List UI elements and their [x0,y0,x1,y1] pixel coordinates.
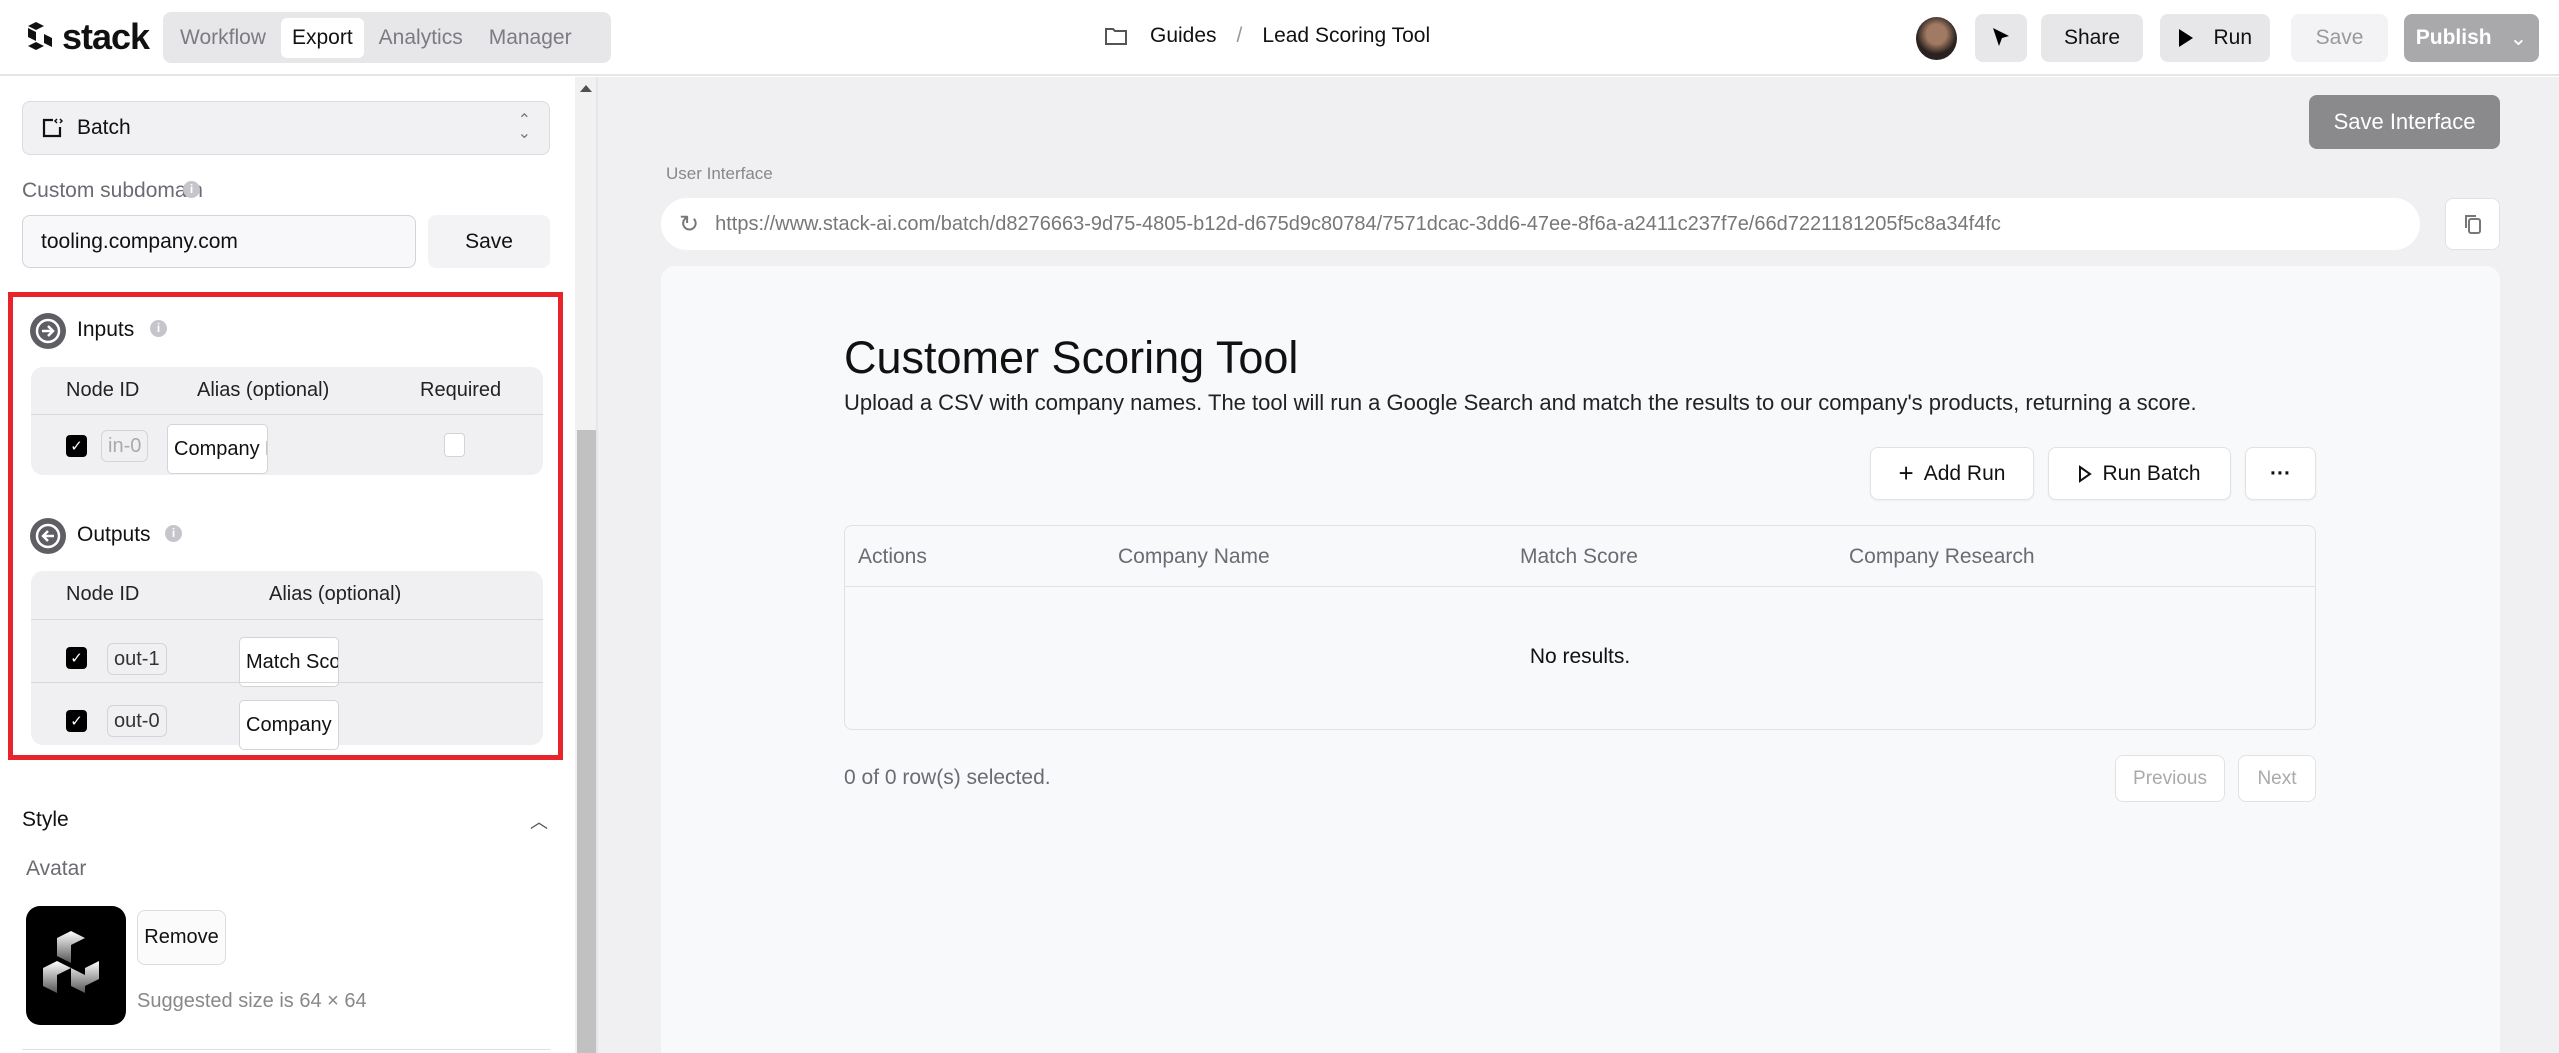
avatar-image [26,906,126,1025]
column-header: Alias (optional) [269,583,402,605]
alias-input[interactable]: Company R [239,700,339,750]
style-section-title: Style [22,808,69,831]
inputs-title: Inputs [77,318,135,341]
user-interface-label: User Interface [666,164,773,183]
copy-icon [2464,215,2481,234]
mode-select[interactable]: Batch ⌃ ⌄ [22,101,550,155]
next-page-button[interactable]: Next [2238,755,2316,802]
chevron-up-icon[interactable]: ︿ [530,808,548,834]
remove-avatar-button[interactable]: Remove [137,910,226,965]
tab-workflow[interactable]: Workflow [169,18,277,58]
cubes-logo-icon [43,930,99,993]
alias-input[interactable]: Match Scor [239,637,339,687]
column-header-actions: Actions [858,545,927,568]
node-id-chip: out-1 [107,643,167,675]
previous-page-button[interactable]: Previous [2115,755,2225,802]
more-options-button[interactable]: ··· [2245,447,2316,500]
breadcrumb-page: Lead Scoring Tool [1262,24,1431,47]
inputs-table: Node ID Alias (optional) Required ✓ in-0… [31,367,543,475]
info-icon[interactable]: i [165,525,182,542]
avatar-size-hint: Suggested size is 64 × 64 [137,990,367,1012]
play-outline-icon [2079,464,2093,483]
column-header: Required [420,379,502,401]
tab-analytics[interactable]: Analytics [368,18,474,58]
outputs-title: Outputs [77,523,151,546]
plus-icon: + [1898,458,1914,488]
save-button[interactable]: Save [2291,14,2388,62]
input-arrow-icon [30,313,66,349]
user-avatar[interactable] [1916,17,1957,60]
play-icon [2179,29,2193,47]
logo[interactable]: stack [22,16,150,58]
column-header: Alias (optional) [197,379,330,401]
subdomain-save-button[interactable]: Save [428,215,550,268]
stack-logo-icon [28,22,52,50]
folder-icon [1105,28,1127,45]
chevron-down-icon: ⌄ [2509,26,2528,50]
nav-tabs: Workflow Export Analytics Manager [163,12,611,63]
info-icon[interactable]: i [183,181,200,198]
chevron-up-down-icon: ⌃ ⌄ [517,112,531,142]
cursor-icon [1993,28,2009,46]
column-header-company-name[interactable]: Company Name [1118,545,1270,569]
breadcrumb-folder[interactable]: Guides [1150,24,1217,48]
alias-input[interactable]: Company N [167,424,268,474]
output-arrow-icon [30,518,66,554]
save-interface-button[interactable]: Save Interface [2309,95,2500,149]
info-icon[interactable]: i [150,320,167,337]
tool-title: Customer Scoring Tool [844,332,1299,383]
selection-count: 0 of 0 row(s) selected. [844,766,1051,789]
divider [22,1049,550,1050]
run-batch-button[interactable]: Run Batch [2048,447,2231,500]
refresh-icon[interactable]: ↻ [679,210,699,239]
cursor-button[interactable] [1975,14,2027,62]
publish-button[interactable]: Publish ⌄ [2404,14,2539,62]
column-header: Node ID [66,379,140,401]
add-run-button[interactable]: + Add Run [1870,447,2034,500]
tool-description: Upload a CSV with company names. The too… [844,390,2197,415]
tab-export[interactable]: Export [280,17,364,58]
node-id-chip: in-0 [101,430,149,462]
subdomain-input[interactable]: tooling.company.com [22,215,416,268]
breadcrumb: Guides / Lead Scoring Tool [1104,24,1430,48]
share-button[interactable]: Share [2041,14,2143,62]
outputs-table: Node ID Alias (optional) ✓ out-1 Match S… [31,571,543,750]
include-checkbox[interactable]: ✓ [66,647,87,669]
copy-url-button[interactable] [2445,198,2500,250]
include-checkbox[interactable]: ✓ [66,710,87,732]
batch-icon [42,118,63,138]
column-header-match-score[interactable]: Match Score [1520,545,1638,569]
required-checkbox[interactable] [444,433,465,457]
breadcrumb-separator: / [1236,24,1243,47]
scroll-up-arrow-icon[interactable] [579,85,592,92]
column-header-company-research[interactable]: Company Research [1849,545,2035,569]
include-checkbox[interactable]: ✓ [66,435,87,457]
subdomain-label: Custom subdomain [22,179,203,202]
avatar-label: Avatar [26,857,87,880]
empty-state: No results. [1529,645,1631,668]
run-button[interactable]: Run [2160,14,2270,62]
url-bar[interactable]: ↻ https://www.stack-ai.com/batch/d827666… [661,198,2420,250]
node-id-chip: out-0 [107,705,167,737]
scrollbar-thumb[interactable] [577,430,596,1053]
column-header: Node ID [66,583,140,605]
tab-manager[interactable]: Manager [478,18,583,58]
